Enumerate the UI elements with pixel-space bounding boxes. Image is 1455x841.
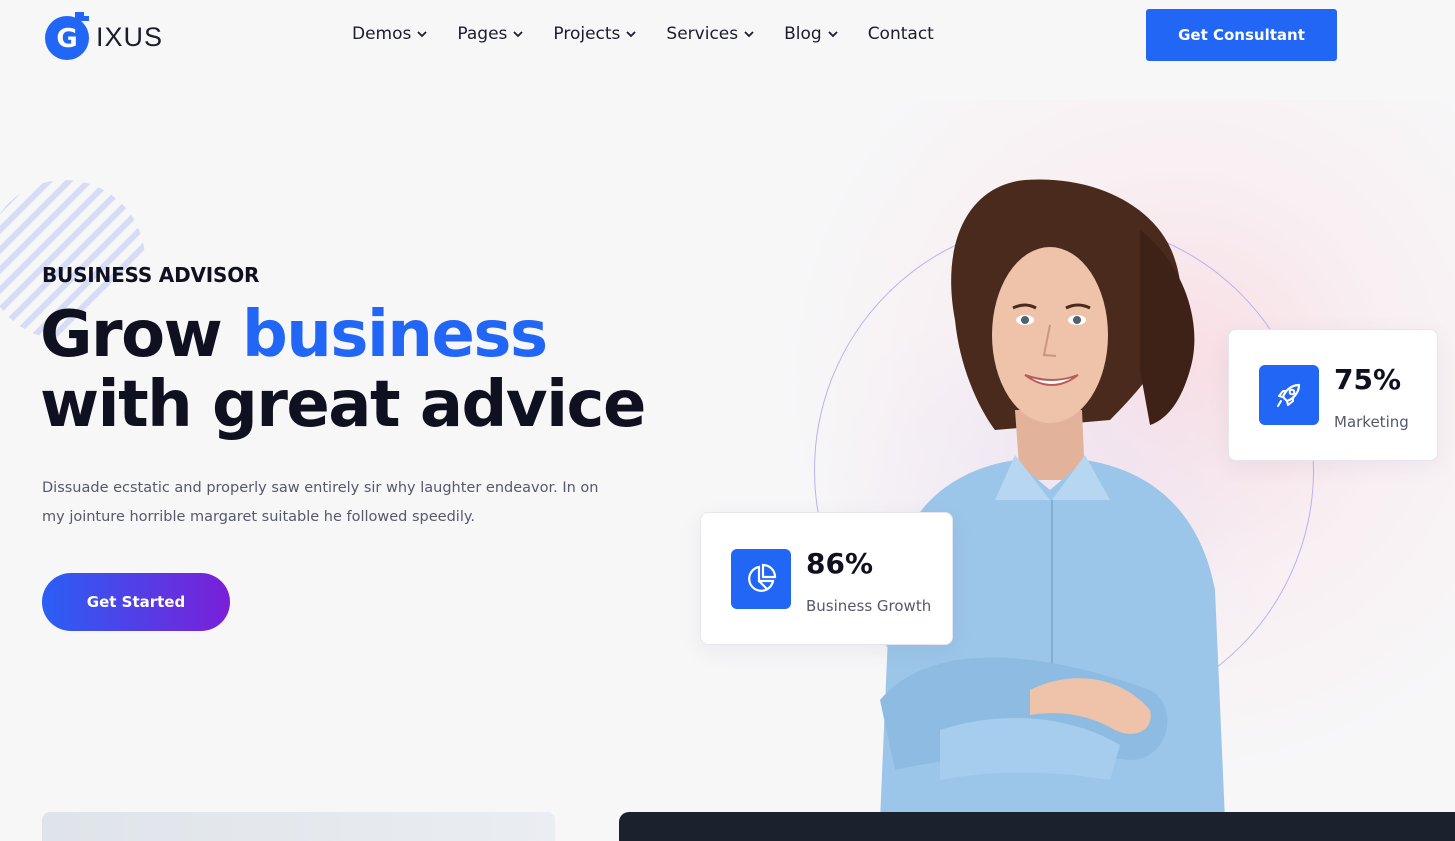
logo-text: IXUS	[96, 21, 164, 52]
hero-description: Dissuade ecstatic and properly saw entir…	[42, 480, 599, 525]
stat-value: 86%	[806, 547, 874, 580]
main-nav: Demos Pages Projects Services Blog Conta…	[352, 24, 934, 44]
nav-label: Contact	[867, 24, 934, 44]
nav-item-contact[interactable]: Contact	[868, 24, 934, 44]
chevron-down-icon	[417, 31, 428, 38]
nav-label: Projects	[553, 24, 621, 44]
next-section-image-block	[42, 812, 555, 841]
chevron-down-icon	[828, 31, 838, 38]
hero-headline: Grow business with great advice	[40, 298, 646, 442]
chevron-down-icon	[744, 31, 754, 38]
headline-accent: business	[241, 298, 548, 372]
nav-label: Pages	[457, 24, 508, 44]
stat-card-business-growth: 86% Business Growth	[700, 512, 953, 645]
hero-eyebrow: BUSINESS ADVISOR	[42, 263, 260, 287]
g-logo-icon: G	[42, 12, 92, 62]
logo-letter: G	[56, 24, 77, 54]
stat-label: Business Growth	[806, 597, 932, 615]
stat-card-marketing: 75% Marketing	[1228, 329, 1438, 461]
get-consultant-button[interactable]: Get Consultant	[1146, 9, 1337, 61]
nav-label: Services	[666, 24, 739, 44]
nav-label: Demos	[352, 24, 412, 44]
headline-part1: Grow	[40, 298, 242, 372]
stat-value: 75%	[1334, 363, 1402, 396]
site-logo[interactable]: G IXUS	[42, 12, 163, 62]
nav-item-projects[interactable]: Projects	[553, 24, 637, 44]
headline-part2: with great advice	[40, 368, 646, 442]
nav-item-pages[interactable]: Pages	[457, 24, 524, 44]
nav-label: Blog	[784, 24, 822, 44]
nav-item-services[interactable]: Services	[666, 24, 754, 44]
next-section-dark-block	[619, 812, 1455, 841]
nav-item-blog[interactable]: Blog	[784, 24, 838, 44]
get-started-button[interactable]: Get Started	[42, 573, 230, 631]
nav-item-demos[interactable]: Demos	[352, 24, 428, 44]
pie-chart-icon	[731, 549, 791, 609]
rocket-icon	[1259, 365, 1319, 425]
chevron-down-icon	[626, 31, 637, 38]
business-woman-image	[820, 170, 1240, 820]
site-header: G IXUS Demos Pages Projects Services Blo…	[0, 0, 1455, 74]
chevron-down-icon	[513, 31, 524, 38]
stat-label: Marketing	[1334, 413, 1409, 431]
